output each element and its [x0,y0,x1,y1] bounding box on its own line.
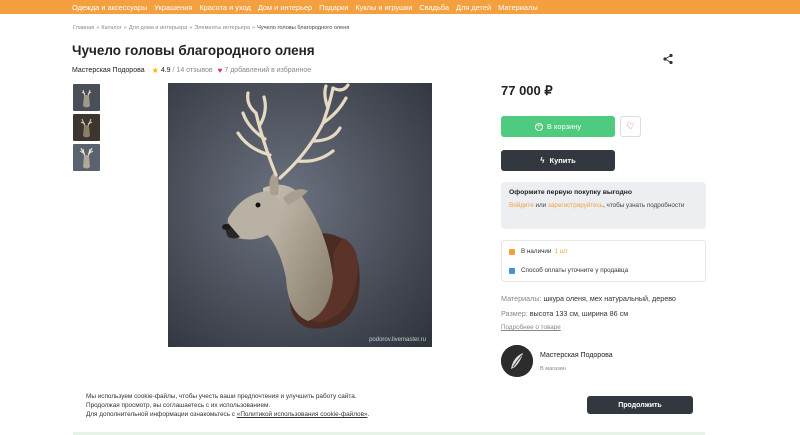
promo-title: Оформите первую покупку выгодно [509,189,633,196]
add-to-cart-button[interactable]: + В корзину [501,116,615,137]
availability-box: В наличии 1 шт Способ оплаты уточните у … [501,240,706,282]
promo-text: Войдите или зарегистрируйтесь, чтобы узн… [509,202,685,209]
thumbnail-2[interactable] [73,114,100,141]
nav-item-toys[interactable]: Куклы и игрушки [355,3,412,12]
nav-item-gifts[interactable]: Подарки [319,3,348,12]
top-category-nav: Одежда и аксессуары Украшения Красота и … [0,0,800,14]
nav-item-jewelry[interactable]: Украшения [154,3,192,12]
lock-icon [509,248,515,255]
rating-value: 4.9 [160,67,171,74]
breadcrumb-home[interactable]: Главная [73,25,94,31]
reviews-link[interactable]: / 14 отзывов [173,67,213,74]
heart-icon: ♥ [217,66,223,75]
shop-link[interactable]: Мастерская Подорова [72,67,145,74]
product-details-link[interactable]: Подробнее о товаре [501,324,561,331]
price: 77 000 ₽ [501,83,553,98]
nav-item-wedding[interactable]: Свадьба [419,3,449,12]
cookie-text: Мы используем cookie-файлы, чтобы учесть… [86,393,370,418]
size-key: Размер: [501,309,528,318]
breadcrumb-separator: » [96,25,100,31]
nav-item-clothing[interactable]: Одежда и аксессуары [72,3,147,12]
lightning-icon: ϟ [540,156,545,165]
buy-now-button[interactable]: ϟ Купить [501,150,615,171]
stock-row: В наличии 1 шт [509,248,568,255]
card-icon [509,267,515,274]
nav-item-beauty[interactable]: Красота и уход [199,3,250,12]
payment-label: Способ оплаты уточните у продавца [521,267,629,274]
breadcrumb-catalog[interactable]: Каталог [101,25,121,31]
breadcrumb-separator: » [251,25,256,31]
breadcrumb-separator: » [123,25,127,31]
size-spec: Размер: высота 133 см, ширина 86 см [501,309,628,318]
favorites-count: 7 добавлений в избранное [224,67,312,74]
heart-icon: ♡ [626,121,635,131]
share-icon[interactable] [662,52,674,65]
stock-label: В наличии [521,248,552,255]
thumbnail-1[interactable] [73,84,100,111]
breadcrumb: Главная» Каталог» Для дома и интерьера» Эле… [73,25,349,31]
cookie-policy-link[interactable]: «Политикой использования cookie-файлов» [237,411,368,418]
cookie-banner: Мы используем cookie-файлы, чтобы учесть… [0,380,800,435]
materials-key: Материалы: [501,294,542,303]
product-meta: Мастерская Подорова ★ 4.9 / 14 отзывов ♥… [72,66,311,75]
breadcrumb-home-decor[interactable]: Для дома и интерьера [129,25,187,31]
add-to-cart-label: В корзину [546,122,582,131]
product-image[interactable]: podorov.livemaster.ru [168,83,432,347]
nav-item-home[interactable]: Дом и интерьер [258,3,312,12]
breadcrumb-separator: » [189,25,193,31]
avatar[interactable] [501,345,533,377]
payment-row: Способ оплаты уточните у продавца [509,267,628,274]
materials-spec: Материалы: шкура оленя, мех натуральный,… [501,294,676,303]
nav-item-kids[interactable]: Для детей [456,3,491,12]
cart-plus-icon: + [534,122,543,131]
breadcrumb-current: Чучело головы благородного оленя [257,25,350,31]
star-icon: ★ [151,66,159,75]
breadcrumb-interior[interactable]: Элементы интерьера [194,25,250,31]
to-shop-link[interactable]: В магазин [540,366,566,372]
thumbnail-3[interactable] [73,144,100,171]
register-link[interactable]: зарегистрируйтесь [548,202,603,209]
buy-now-label: Купить [549,156,576,165]
nav-item-materials[interactable]: Материалы [498,3,538,12]
add-to-favorites-button[interactable]: ♡ [620,116,641,137]
stock-value: 1 шт [554,248,568,255]
image-watermark: podorov.livemaster.ru [369,337,426,343]
first-purchase-promo: Оформите первую покупку выгодно Войдите … [501,182,706,229]
seller-name[interactable]: Мастерская Подорова [540,352,613,359]
cookie-accept-button[interactable]: Продолжить [587,396,693,414]
login-link[interactable]: Войдите [509,202,534,209]
page-title: Чучело головы благородного оленя [72,43,315,58]
size-value: высота 133 см, ширина 86 см [527,309,629,318]
materials-value: шкура оленя, мех натуральный, дерево [541,294,676,303]
